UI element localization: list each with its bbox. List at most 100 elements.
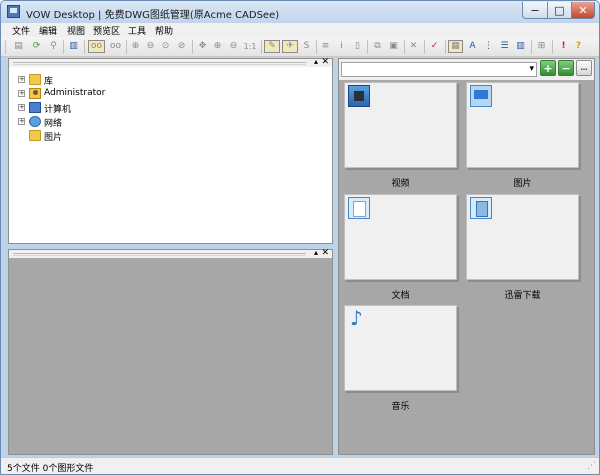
- tb-glyph: ▥: [516, 41, 525, 51]
- pane-header[interactable]: ▴ ✕: [9, 248, 332, 258]
- tile-videos[interactable]: [344, 82, 457, 168]
- tree-view-icon[interactable]: ⋮: [482, 40, 495, 53]
- remove-folder-button[interactable]: −: [558, 60, 574, 76]
- menu-view[interactable]: 视图: [67, 24, 85, 37]
- exclamation-icon[interactable]: !: [557, 40, 570, 53]
- zoom-window-icon[interactable]: ⊙: [159, 40, 172, 53]
- chevron-down-icon[interactable]: ▾: [529, 64, 534, 74]
- music-library-icon: [348, 306, 370, 330]
- more-options-button[interactable]: …: [576, 60, 592, 76]
- layer-icon[interactable]: S: [300, 40, 313, 53]
- close-button[interactable]: ✕: [571, 2, 595, 19]
- view-mode-icon[interactable]: oo: [88, 40, 105, 53]
- help-icon[interactable]: ?: [572, 40, 585, 53]
- markup-icon[interactable]: ✎: [264, 40, 280, 53]
- zoom-out-icon[interactable]: ⊖: [144, 40, 157, 53]
- pin-icon[interactable]: ▴: [314, 248, 318, 257]
- pane-grip: [13, 64, 306, 65]
- menu-edit[interactable]: 编辑: [39, 24, 57, 37]
- expand-icon[interactable]: +: [18, 76, 25, 83]
- tile-documents[interactable]: [344, 194, 457, 280]
- expand-icon[interactable]: +: [18, 104, 25, 111]
- tb-glyph: ⊕: [213, 41, 222, 51]
- tb-glyph: ⊖: [146, 41, 155, 51]
- resize-grip-icon[interactable]: ⋰: [587, 461, 596, 471]
- pane-grip: [13, 253, 306, 254]
- search-file-icon[interactable]: ⚲: [47, 40, 60, 53]
- zoom-previous-icon[interactable]: ⊕: [211, 40, 224, 53]
- network-icon: [29, 116, 41, 127]
- add-folder-button[interactable]: +: [540, 60, 556, 76]
- path-combo[interactable]: ▾: [341, 62, 537, 77]
- view-mode-alt-icon[interactable]: oo: [107, 40, 124, 53]
- tb-glyph: ≡: [321, 41, 330, 51]
- options-icon[interactable]: ⊞: [535, 40, 548, 53]
- panel-layout-icon[interactable]: ▥: [67, 40, 80, 53]
- toolbar-separator: [316, 40, 317, 54]
- pane-close-icon[interactable]: ✕: [321, 57, 329, 67]
- zoom-extents-icon[interactable]: ⊖: [227, 40, 240, 53]
- tile-music[interactable]: [344, 305, 457, 391]
- tb-glyph: 1:1: [243, 41, 257, 51]
- maximize-button[interactable]: □: [547, 2, 572, 19]
- copy-icon[interactable]: ⧉: [371, 40, 384, 53]
- document-library-icon: [348, 197, 370, 219]
- pin-icon[interactable]: ▴: [314, 57, 318, 66]
- preview-pane: ▴ ✕: [8, 248, 333, 455]
- tb-glyph: ✥: [198, 41, 207, 51]
- tree-item-administrator[interactable]: + Administrator: [9, 87, 332, 101]
- pane-close-icon[interactable]: ✕: [321, 248, 329, 258]
- zoom-all-icon[interactable]: ⊘: [175, 40, 188, 53]
- folder-icon: [29, 130, 41, 141]
- menu-tools[interactable]: 工具: [128, 24, 146, 37]
- tile-label: 图片: [513, 179, 532, 189]
- zoom-in-icon[interactable]: ⊕: [129, 40, 142, 53]
- detail-view-icon[interactable]: ▦: [448, 40, 463, 53]
- refresh-icon[interactable]: ⟳: [30, 40, 43, 53]
- toolbar-separator: [367, 40, 368, 54]
- open-folder-icon[interactable]: ▤: [12, 40, 25, 53]
- tree-item-label: 网络: [44, 119, 63, 129]
- tb-glyph: ▯: [355, 41, 360, 51]
- toolbar-separator: [552, 40, 553, 54]
- layers-icon[interactable]: ≡: [319, 40, 332, 53]
- menu-preview[interactable]: 预览区: [93, 24, 120, 37]
- tb-glyph: ▥: [69, 41, 78, 51]
- tile-pictures[interactable]: [466, 82, 579, 168]
- tree-item-library[interactable]: + 库: [9, 73, 332, 87]
- thumbnail-view-icon[interactable]: ▥: [514, 40, 527, 53]
- tree-item-computer[interactable]: + 计算机: [9, 101, 332, 115]
- properties-icon[interactable]: ▯: [351, 40, 364, 53]
- menu-file[interactable]: 文件: [12, 24, 30, 37]
- expand-icon[interactable]: +: [18, 118, 25, 125]
- info-icon[interactable]: i: [335, 40, 348, 53]
- paste-icon[interactable]: ▣: [387, 40, 400, 53]
- toolbar-separator: [192, 40, 193, 54]
- tb-glyph: ⚲: [50, 41, 57, 51]
- menu-help[interactable]: 帮助: [155, 24, 173, 37]
- actual-size-icon[interactable]: 1:1: [242, 40, 258, 53]
- tb-glyph: ⊖: [229, 41, 238, 51]
- file-browser-pane: ▾ + − … 视频 图片 文档 迅雷下载 音乐: [338, 58, 595, 455]
- tb-glyph: ✓: [430, 41, 439, 51]
- delete-icon[interactable]: ✕: [407, 40, 420, 53]
- app-icon: [7, 5, 20, 18]
- window-title: VOW Desktop | 免费DWG图纸管理(原Acme CADSee): [26, 10, 280, 21]
- tile-downloads[interactable]: [466, 194, 579, 280]
- measure-icon[interactable]: ✈: [282, 40, 298, 53]
- plot-icon[interactable]: ✓: [428, 40, 441, 53]
- tree-item-network[interactable]: + 网络: [9, 115, 332, 129]
- list-view-icon[interactable]: ☰: [498, 40, 511, 53]
- tb-glyph: ✈: [286, 41, 294, 51]
- tree-item-pictures[interactable]: 图片: [9, 129, 332, 143]
- minimize-button[interactable]: −: [522, 2, 548, 19]
- tile-label: 迅雷下载: [504, 291, 541, 301]
- title-bar[interactable]: VOW Desktop | 免费DWG图纸管理(原Acme CADSee) − …: [1, 1, 599, 23]
- pan-icon[interactable]: ✥: [196, 40, 209, 53]
- toolbar-separator: [445, 40, 446, 54]
- sort-az-icon[interactable]: A: [466, 40, 479, 53]
- expand-icon[interactable]: +: [18, 90, 25, 97]
- toolbar-separator: [261, 40, 262, 54]
- video-library-icon: [348, 85, 370, 107]
- pane-header[interactable]: ▴ ✕: [9, 57, 332, 67]
